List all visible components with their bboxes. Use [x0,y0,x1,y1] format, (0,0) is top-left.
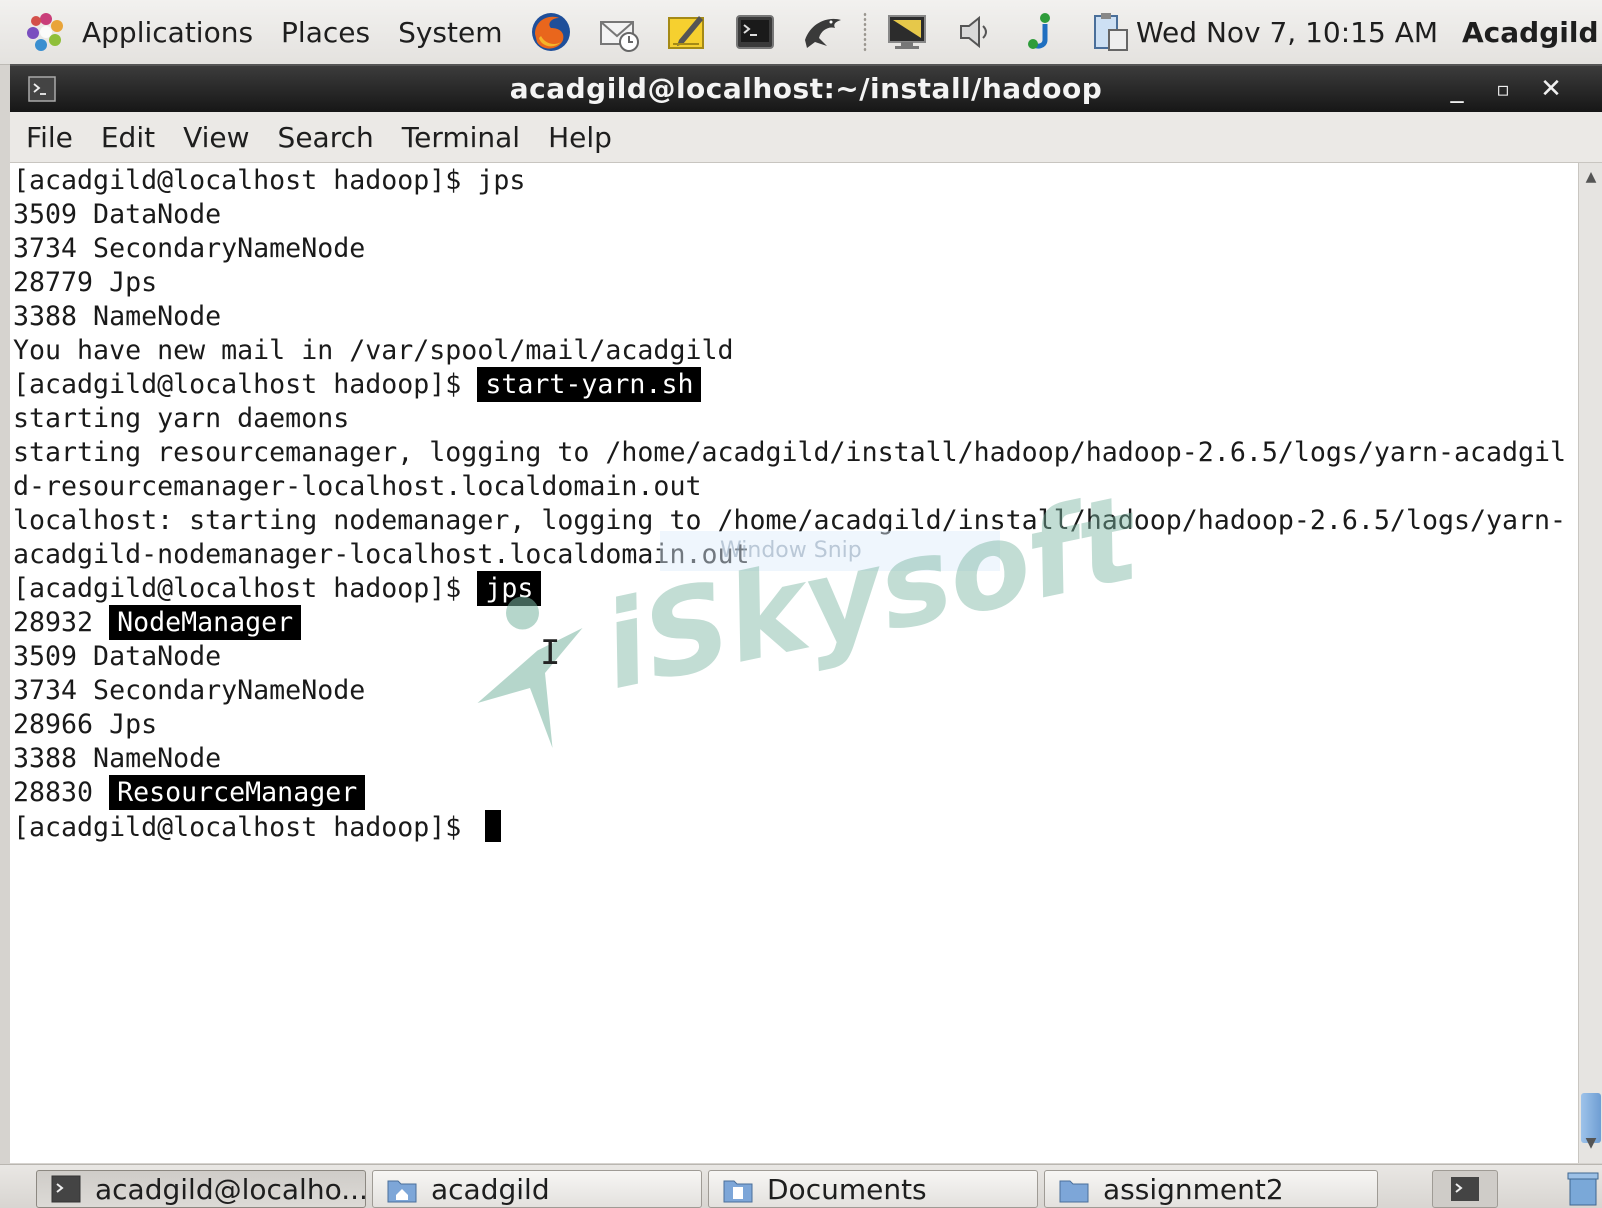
terminal-line: 3734 SecondaryNameNode [13,675,366,706]
user-menu[interactable]: Acadgild [1462,16,1599,49]
terminal-icon[interactable] [732,9,778,55]
window-titlebar[interactable]: acadgild@localhost:~/install/hadoop _ ▫ … [10,64,1602,114]
display-icon[interactable] [884,9,930,55]
terminal-line: 28830 ResourceManager [13,775,1566,810]
terminal-line: 28966 Jps [13,709,158,740]
terminal-menubar: File Edit View Search Terminal Help [10,112,1602,163]
firefox-icon[interactable] [528,9,574,55]
terminal-line: starting yarn daemons [13,403,350,434]
terminal-icon [51,1175,81,1203]
ibeam-cursor-icon: I [540,633,561,673]
highlighted-command: jps [477,571,542,606]
folder-icon [1059,1180,1089,1203]
panel-separator [862,12,867,52]
terminal-line: 3509 DataNode [13,641,222,672]
dolphin-icon[interactable] [800,9,846,55]
terminal-line: [acadgild@localhost hadoop]$ jps [13,571,1566,606]
minimize-button[interactable]: _ [1440,72,1474,106]
system-menu[interactable]: System [384,0,516,64]
terminal-line: 28932 NodeManager [13,605,1566,640]
terminal-line: [acadgild@localhost hadoop]$ start-yarn.… [13,367,1566,402]
terminal-line: 28779 Jps [13,267,158,298]
clock[interactable]: Wed Nov 7, 10:15 AM [1136,16,1438,49]
scrollbar[interactable]: ▲ ▼ [1578,163,1602,1163]
text-cursor [485,810,502,842]
places-menu[interactable]: Places [267,0,384,64]
window-snip-ghost: Window Snip [660,531,1000,571]
menu-view[interactable]: View [169,121,263,154]
workspace-switcher[interactable] [1432,1170,1498,1208]
volume-icon[interactable] [952,9,998,55]
terminal-text[interactable]: [acadgild@localhost hadoop]$ jps 3509 Dat… [13,164,1566,845]
notes-icon[interactable] [664,9,710,55]
top-panel: Applications Places System Wed Nov 7, 10… [0,0,1602,65]
terminal-line: 3734 SecondaryNameNode [13,233,366,264]
clipboard-icon[interactable] [1088,9,1134,55]
window-title: acadgild@localhost:~/install/hadoop [509,72,1103,105]
menu-terminal[interactable]: Terminal [388,121,534,154]
highlighted-process: NodeManager [109,605,302,640]
taskbar-item-terminal[interactable]: acadgild@localho... [36,1170,366,1208]
highlighted-command: start-yarn.sh [477,367,702,402]
home-folder-icon [387,1180,417,1203]
terminal-line: [acadgild@localhost hadoop]$ [13,810,1566,845]
terminal-line: 3509 DataNode [13,199,222,230]
network-icon[interactable] [1020,9,1066,55]
terminal-line: You have new mail in /var/spool/mail/aca… [13,335,734,366]
terminal-output[interactable]: [acadgild@localhost hadoop]$ jps 3509 Dat… [10,163,1578,1163]
scroll-up-arrow-icon[interactable]: ▲ [1581,169,1601,191]
trash-icon[interactable] [1566,1169,1600,1207]
menu-search[interactable]: Search [264,121,388,154]
terminal-line: d-resourcemanager-localhost.localdomain.… [13,471,702,502]
menu-help[interactable]: Help [534,121,626,154]
terminal-line: [acadgild@localhost hadoop]$ jps [13,165,526,196]
terminal-line: 3388 NameNode [13,301,222,332]
terminal-line: starting resourcemanager, logging to /ho… [13,437,1567,468]
menu-edit[interactable]: Edit [87,121,169,154]
documents-folder-icon [723,1180,753,1203]
taskbar-item-acadgild[interactable]: acadgild [372,1170,702,1208]
terminal-line: 3388 NameNode [13,743,222,774]
applications-menu[interactable]: Applications [68,0,267,64]
taskbar-item-assignment2[interactable]: assignment2 [1044,1170,1378,1208]
terminal-icon [1451,1177,1479,1201]
maximize-button[interactable]: ▫ [1486,72,1520,106]
terminal-window: acadgild@localhost:~/install/hadoop _ ▫ … [10,64,1602,1164]
applications-logo-icon[interactable] [24,10,68,54]
taskbar-item-documents[interactable]: Documents [708,1170,1038,1208]
close-button[interactable]: ✕ [1534,72,1568,106]
scroll-down-arrow-icon[interactable]: ▼ [1581,1135,1601,1157]
highlighted-process: ResourceManager [109,775,366,810]
mail-icon[interactable] [596,9,642,55]
menu-file[interactable]: File [10,121,87,154]
taskbar: acadgild@localho... acadgild Documents a… [0,1164,1602,1208]
